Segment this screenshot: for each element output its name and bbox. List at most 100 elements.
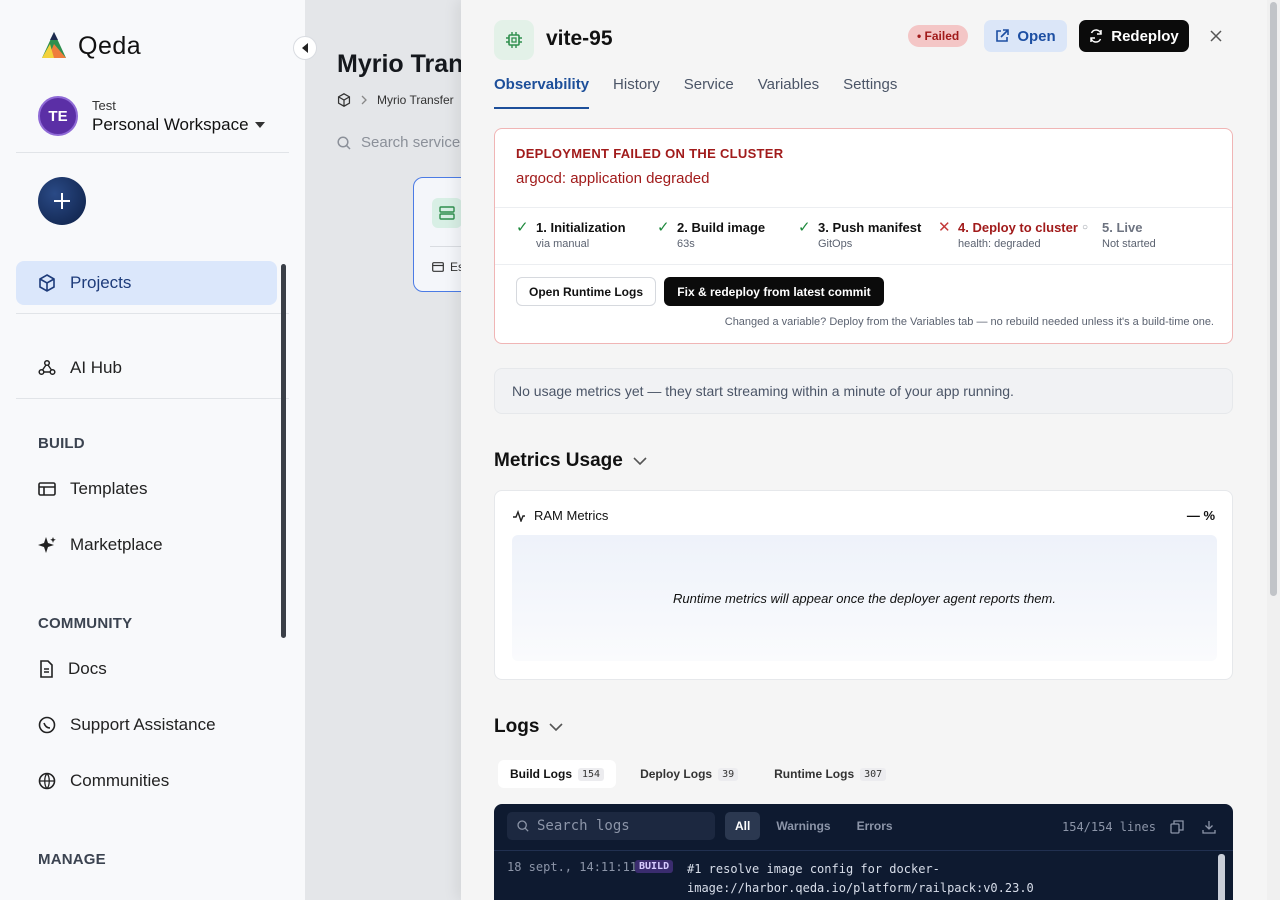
step-detail: GitOps: [818, 238, 853, 250]
card-icon: [432, 262, 444, 272]
sidebar-item-label: Communities: [70, 771, 170, 790]
alert-title: DEPLOYMENT FAILED ON THE CLUSTER: [516, 146, 784, 161]
log-search-input[interactable]: Search logs: [507, 812, 715, 840]
filter-warnings[interactable]: Warnings: [766, 812, 840, 840]
workspace-label: Test: [92, 97, 116, 113]
alert-hint: Changed a variable? Deploy from the Vari…: [724, 316, 1214, 328]
chat-icon: [38, 716, 56, 734]
redeploy-label: Redeploy: [1111, 27, 1179, 45]
divider: [16, 152, 289, 153]
close-button[interactable]: [1207, 27, 1225, 45]
cube-icon: [337, 93, 351, 107]
copy-icon[interactable]: [1170, 820, 1184, 834]
tab-deploy-logs[interactable]: Deploy Logs 39: [628, 760, 750, 788]
divider: [16, 398, 289, 399]
service-search[interactable]: Search service: [337, 134, 460, 151]
log-tab-label: Runtime Logs: [774, 767, 855, 781]
breadcrumb-project[interactable]: Myrio Transfer: [377, 93, 454, 107]
log-filters: All Warnings Errors: [725, 812, 903, 840]
sidebar-item-label: AI Hub: [70, 358, 122, 377]
sidebar-item-label: Templates: [70, 479, 148, 498]
sidebar-item-marketplace[interactable]: Marketplace: [16, 523, 277, 567]
step-initialization: ✓ 1. Initialization via manual: [516, 219, 657, 251]
redeploy-button[interactable]: Redeploy: [1079, 20, 1189, 52]
check-icon: ✓: [516, 219, 529, 236]
step-push-manifest: ✓ 3. Push manifest GitOps: [798, 220, 938, 251]
workspace-switcher[interactable]: TE Test Personal Workspace: [38, 96, 265, 136]
section-title-community: COMMUNITY: [38, 615, 133, 632]
step-detail: 63s: [677, 238, 695, 250]
templates-icon: [38, 482, 56, 496]
log-scrollbar[interactable]: [1218, 854, 1225, 900]
fix-redeploy-button[interactable]: Fix & redeploy from latest commit: [664, 277, 884, 306]
log-tab-label: Build Logs: [510, 767, 572, 781]
qeda-logo-icon: [42, 32, 66, 58]
metrics-value: — %: [1186, 508, 1215, 523]
panel-tabs: Observability History Service Variables …: [494, 76, 897, 109]
tab-variables[interactable]: Variables: [758, 76, 819, 109]
panel-scrollbar[interactable]: [1267, 0, 1280, 900]
brand-name: Qeda: [78, 31, 142, 60]
sidebar-item-projects[interactable]: Projects: [16, 261, 277, 305]
tab-settings[interactable]: Settings: [843, 76, 897, 109]
open-runtime-logs-button[interactable]: Open Runtime Logs: [516, 277, 656, 306]
usage-note: No usage metrics yet — they start stream…: [494, 368, 1233, 414]
sidebar-item-ai-hub[interactable]: AI Hub: [16, 346, 277, 390]
filter-errors[interactable]: Errors: [847, 812, 903, 840]
create-button[interactable]: [38, 177, 86, 225]
step-detail: health: degraded: [958, 238, 1041, 250]
sidebar-scrollbar[interactable]: [281, 264, 286, 638]
sidebar-item-label: Docs: [68, 659, 107, 678]
search-placeholder: Search service: [361, 134, 461, 151]
docs-icon: [40, 660, 53, 678]
avatar: TE: [38, 96, 78, 136]
tab-service[interactable]: Service: [684, 76, 734, 109]
metrics-usage-toggle[interactable]: Metrics Usage: [494, 450, 647, 472]
step-detail: Not started: [1102, 238, 1156, 250]
sidebar-item-support[interactable]: Support Assistance: [16, 703, 277, 747]
close-icon: [1210, 30, 1222, 42]
sidebar-item-label: Support Assistance: [70, 715, 216, 734]
page-title: Myrio Trans: [337, 50, 478, 78]
log-tabs: Build Logs 154 Deploy Logs 39 Runtime Lo…: [498, 760, 898, 788]
metrics-heading: Metrics Usage: [494, 450, 623, 471]
filter-all[interactable]: All: [725, 812, 761, 840]
sidebar-item-label: Marketplace: [70, 535, 163, 554]
metrics-empty-state: Runtime metrics will appear once the dep…: [512, 535, 1217, 661]
refresh-icon: [1090, 29, 1102, 43]
step-name: 4. Deploy to cluster: [958, 220, 1078, 235]
breadcrumb: Myrio Transfer: [337, 93, 454, 107]
tab-build-logs[interactable]: Build Logs 154: [498, 760, 617, 788]
open-button[interactable]: Open: [984, 20, 1067, 52]
chevron-down-icon: [633, 457, 647, 465]
brand-logo[interactable]: Qeda: [38, 30, 141, 62]
tab-observability[interactable]: Observability: [494, 76, 590, 109]
collapse-sidebar-button[interactable]: [293, 36, 317, 60]
log-tag-badge: BUILD: [635, 860, 674, 873]
step-live: ○ 5. Live Not started: [1082, 220, 1192, 250]
alert-message: argocd: application degraded: [516, 170, 710, 187]
tab-history[interactable]: History: [613, 76, 660, 109]
sidebar: Qeda TE Test Personal Workspace Projects…: [0, 0, 305, 900]
workspace-name: Personal Workspace: [92, 114, 249, 134]
open-label: Open: [1017, 27, 1056, 45]
step-name: 5. Live: [1102, 220, 1143, 235]
sidebar-item-communities[interactable]: Communities: [16, 759, 277, 803]
deployment-steps: ✓ 1. Initialization via manual ✓ 2. Build…: [516, 219, 1192, 251]
download-icon[interactable]: [1202, 820, 1216, 834]
section-title-manage: MANAGE: [38, 851, 106, 868]
tab-runtime-logs[interactable]: Runtime Logs 307: [762, 760, 898, 788]
sidebar-item-templates[interactable]: Templates: [16, 467, 277, 511]
logs-toggle[interactable]: Logs: [494, 716, 563, 738]
chip-icon: [494, 20, 534, 60]
step-build-image: ✓ 2. Build image 63s: [657, 220, 798, 251]
ai-hub-icon: [38, 359, 56, 376]
log-timestamp: 18 sept., 14:11:11: [507, 860, 638, 874]
metrics-card-title: RAM Metrics: [534, 508, 609, 523]
sidebar-item-docs[interactable]: Docs: [16, 647, 277, 691]
ram-metrics-card: RAM Metrics — % Runtime metrics will app…: [494, 490, 1233, 680]
globe-icon: [38, 772, 56, 790]
sidebar-item-label: Projects: [70, 273, 132, 292]
cube-icon: [39, 274, 55, 292]
step-detail: via manual: [536, 238, 590, 250]
